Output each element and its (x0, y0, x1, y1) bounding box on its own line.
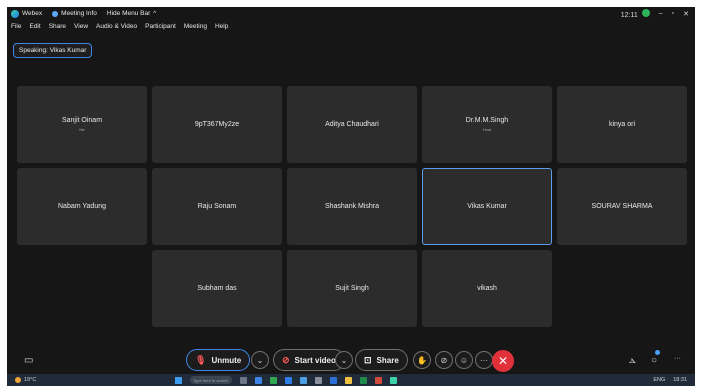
store-icon[interactable] (300, 376, 307, 384)
participant-tile[interactable]: Sujit Singh (287, 250, 417, 327)
share-button[interactable]: ⊡ Share (355, 349, 408, 371)
speaking-indicator: Speaking: Vikas Kumar (13, 43, 93, 58)
menu-bar: File Edit Share View Audio & Video Parti… (7, 20, 236, 32)
raise-hand-icon[interactable]: ✋ (413, 351, 431, 369)
participant-tile[interactable]: Aditya Chaudhari (287, 86, 417, 163)
word-icon[interactable] (330, 376, 337, 384)
participant-role: Host (482, 127, 492, 132)
minimize-button[interactable]: – (659, 10, 663, 17)
app-name: Webex (22, 10, 43, 17)
app-title: Webex (7, 9, 43, 18)
window-controls: 12:11 – ▫ ✕ (621, 7, 689, 20)
participant-name: vikash (477, 285, 497, 292)
participant-tile[interactable]: vikash (422, 250, 552, 327)
participant-name: Subham das (197, 285, 237, 292)
start-video-label: Start video (294, 355, 336, 365)
participant-tile[interactable]: Raju Sonam (152, 168, 282, 245)
participant-tile[interactable]: Shashank Mishra (287, 168, 417, 245)
weather-widget[interactable]: 19°C (15, 377, 36, 383)
taskbar-apps: Type here to search (175, 376, 397, 384)
menu-meeting[interactable]: Meeting (184, 23, 207, 30)
webex-logo-icon (11, 9, 19, 18)
temperature: 19°C (24, 377, 37, 383)
participant-name: Sanjit Oinam (61, 117, 103, 124)
lock-icon[interactable]: ⊘ (435, 351, 453, 369)
windows-start-icon[interactable] (175, 376, 182, 384)
clock: 12:11 (621, 8, 650, 19)
participant-tile[interactable]: Subham das (152, 250, 282, 327)
participant-tile[interactable]: SOURAV SHARMA (557, 168, 687, 245)
webex-taskbar-icon[interactable] (390, 376, 397, 384)
end-call-button[interactable]: ✕ (492, 350, 514, 372)
participant-name: Nabam Yadung (58, 203, 106, 210)
taskbar-search[interactable]: Type here to search (190, 376, 232, 384)
hide-menu-bar-button[interactable]: Hide Menu Bar ^ (107, 10, 156, 17)
meeting-info-button[interactable]: Meeting Info (52, 10, 97, 17)
participant-tile-active-speaker[interactable]: Vikas Kumar (422, 168, 552, 245)
chevron-up-icon: ^ (153, 10, 157, 17)
participant-name: Dr.M.M.Singh (465, 117, 509, 124)
mic-muted-icon: 🎙 (195, 354, 207, 365)
powerpoint-icon[interactable] (375, 376, 382, 384)
video-off-icon: ⊘ (282, 354, 290, 365)
title-bar: Webex Meeting Info Hide Menu Bar ^ 12:11… (7, 7, 695, 20)
webex-window: Webex Meeting Info Hide Menu Bar ^ 12:11… (7, 7, 695, 386)
captions-icon[interactable]: ▭ (24, 355, 33, 366)
participant-name: Raju Sonam (197, 203, 237, 210)
menu-view[interactable]: View (74, 23, 88, 30)
more-options-button[interactable]: ··· (475, 351, 493, 369)
participant-tile[interactable]: Sanjit Oinam Me (17, 86, 147, 163)
excel-icon[interactable] (360, 376, 367, 384)
close-window-button[interactable]: ✕ (683, 10, 689, 18)
tray-time[interactable]: 18:31 (673, 377, 687, 383)
task-view-icon[interactable] (240, 376, 247, 384)
mail-icon[interactable] (285, 376, 292, 384)
settings-icon[interactable] (315, 376, 322, 384)
sun-icon (15, 377, 21, 383)
participant-name: Vikas Kumar (467, 203, 507, 210)
windows-taskbar: 19°C Type here to search ENG 18:31 (7, 374, 695, 386)
hide-menu-label: Hide Menu Bar (106, 10, 151, 17)
folder-icon[interactable] (345, 376, 352, 384)
participant-name: SOURAV SHARMA (591, 203, 653, 210)
share-screen-icon: ⊡ (364, 354, 372, 365)
participant-name: Aditya Chaudhari (325, 121, 379, 128)
audio-options-chevron-icon[interactable]: ⌄ (251, 351, 269, 369)
menu-file[interactable]: File (11, 23, 21, 30)
participant-name: 9pT367My2ze (194, 121, 240, 128)
edge-icon[interactable] (255, 376, 262, 384)
menu-participant[interactable]: Participant (145, 23, 176, 30)
status-dot-icon (641, 8, 650, 17)
reactions-icon[interactable]: ☺ (455, 351, 473, 369)
meeting-controls: ▭ 🎙 Unmute ⌄ ⊘ Start video ⌄ ⊡ Share ✋ ⊘… (7, 349, 695, 375)
chat-icon[interactable]: ○ (651, 355, 657, 366)
participant-name: Shashank Mishra (324, 203, 380, 210)
maximize-button[interactable]: ▫ (672, 10, 674, 17)
menu-share[interactable]: Share (49, 23, 66, 30)
menu-audio-video[interactable]: Audio & Video (96, 23, 137, 30)
more-panels-icon[interactable]: ··· (674, 355, 681, 362)
menu-help[interactable]: Help (215, 23, 228, 30)
menu-edit[interactable]: Edit (29, 23, 40, 30)
notification-dot-icon (655, 350, 660, 355)
participant-tile[interactable]: 9pT367My2ze (152, 86, 282, 163)
system-tray: ENG 18:31 (653, 377, 687, 383)
participant-name: Sujit Singh (335, 285, 369, 292)
share-label: Share (376, 355, 399, 365)
participant-role: Me (79, 127, 85, 132)
video-options-chevron-icon[interactable]: ⌄ (335, 351, 353, 369)
participant-name: kinya ori (608, 121, 636, 128)
language-indicator[interactable]: ENG (653, 377, 665, 383)
chrome-icon[interactable] (270, 376, 277, 384)
meeting-info-label: Meeting Info (61, 10, 97, 17)
participant-tile[interactable]: kinya ori (557, 86, 687, 163)
unmute-label: Unmute (211, 355, 242, 365)
participants-icon[interactable]: ⲇ (629, 355, 636, 366)
participant-tile[interactable]: Nabam Yadung (17, 168, 147, 245)
participant-tile[interactable]: Dr.M.M.Singh Host (422, 86, 552, 163)
info-icon (52, 10, 59, 17)
unmute-button[interactable]: 🎙 Unmute (186, 349, 251, 371)
